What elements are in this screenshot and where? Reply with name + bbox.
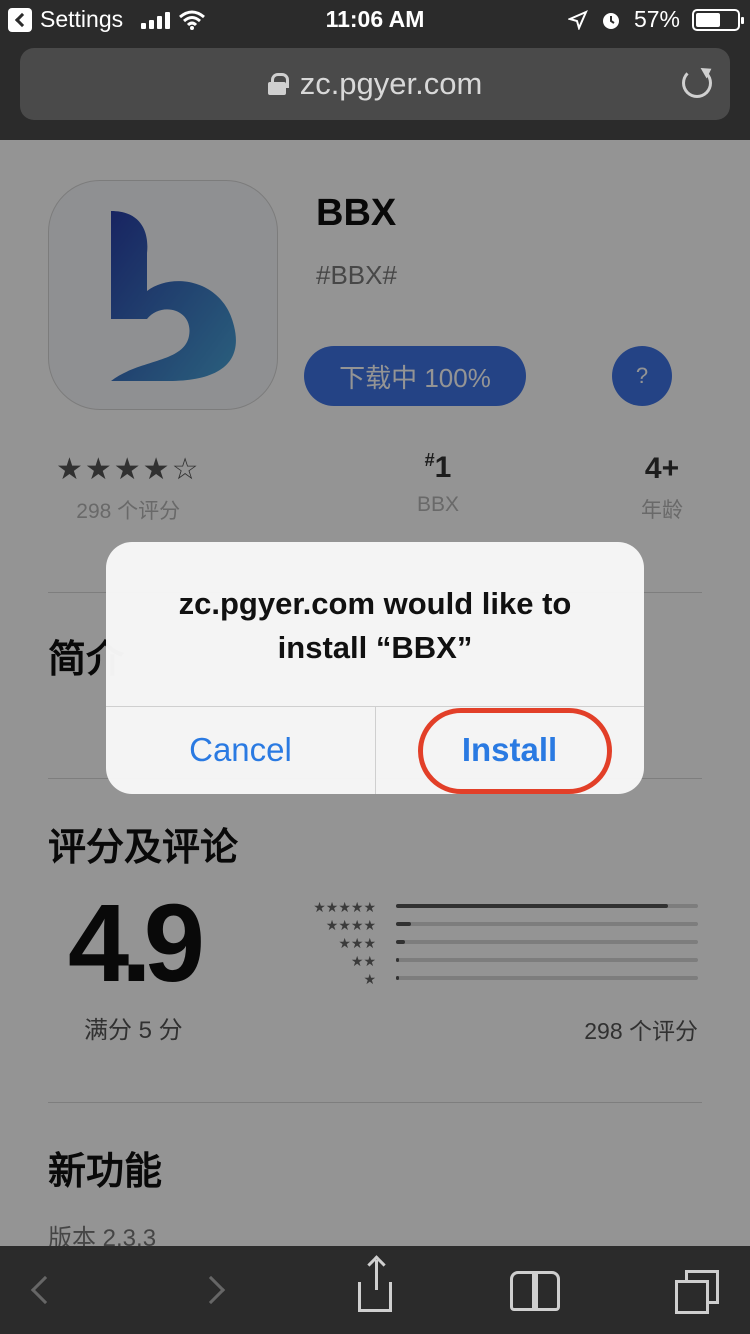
battery-percent: 57% <box>633 6 680 32</box>
bookmarks-icon <box>510 1271 560 1311</box>
status-bar: Settings 11:06 AM 57% <box>0 0 750 40</box>
reload-icon[interactable] <box>682 68 712 98</box>
lock-icon <box>267 73 289 95</box>
chevron-right-icon <box>196 1275 226 1305</box>
alert-title: zc.pgyer.com would like to install “BBX” <box>178 586 572 665</box>
chevron-left-icon <box>30 1275 60 1305</box>
cancel-button[interactable]: Cancel <box>106 706 375 794</box>
location-arrow-icon <box>567 9 588 30</box>
share-button[interactable] <box>350 1246 400 1334</box>
tabs-icon <box>675 1270 719 1314</box>
address-bar[interactable]: zc.pgyer.com <box>20 48 730 120</box>
battery-icon <box>692 8 744 31</box>
status-right: 57% <box>567 6 744 33</box>
browser-chrome: Settings 11:06 AM 57% zc.pgyer.com <box>0 0 750 140</box>
alarm-icon <box>602 12 619 29</box>
share-icon <box>358 1260 392 1312</box>
back-button[interactable] <box>20 1246 70 1334</box>
install-highlight-circle <box>418 708 612 794</box>
browser-toolbar <box>0 1246 750 1334</box>
bookmarks-button[interactable] <box>508 1246 562 1334</box>
tabs-button[interactable] <box>670 1246 720 1334</box>
url-text[interactable]: zc.pgyer.com <box>300 66 483 102</box>
forward-button[interactable] <box>186 1246 236 1334</box>
